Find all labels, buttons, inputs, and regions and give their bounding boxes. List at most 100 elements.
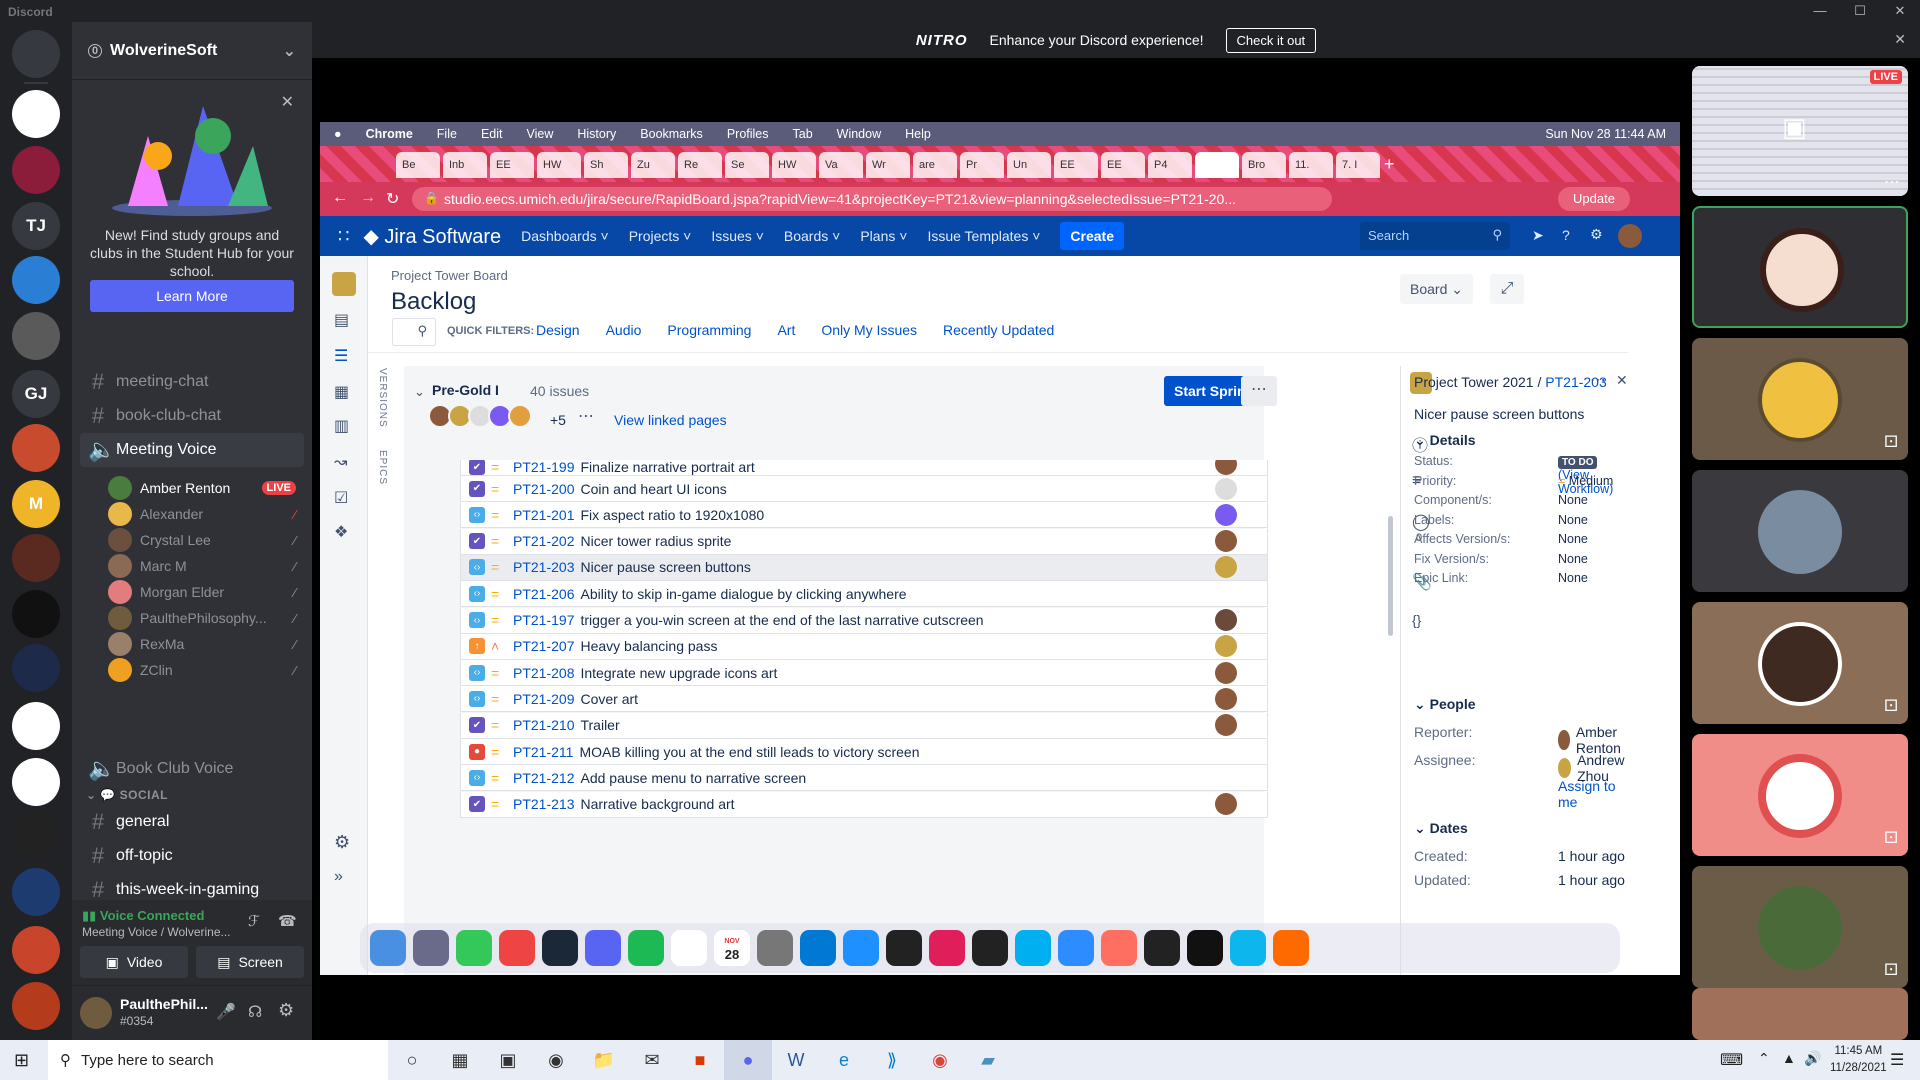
windows-start-icon[interactable]: ⊞ bbox=[14, 1050, 29, 1071]
field-value[interactable]: None bbox=[1558, 513, 1588, 527]
versions-tab[interactable]: VERSIONS bbox=[374, 368, 388, 428]
issue-key[interactable]: PT21-206 bbox=[513, 586, 574, 602]
channel-meeting-voice[interactable]: 🔈 Meeting Voice bbox=[80, 433, 304, 467]
server-icon[interactable] bbox=[12, 256, 60, 304]
issue-key[interactable]: PT21-197 bbox=[513, 612, 574, 628]
code-icon[interactable]: {} bbox=[1412, 612, 1421, 628]
participant-tile[interactable]: ⚀ bbox=[1692, 866, 1908, 988]
close-banner-icon[interactable]: ✕ bbox=[1894, 31, 1906, 48]
channel-off-topic[interactable]: # off-topic bbox=[80, 839, 304, 873]
issue-key[interactable]: PT21-212 bbox=[513, 770, 574, 786]
avatar[interactable] bbox=[508, 404, 532, 428]
chrome-tab[interactable]: Be bbox=[396, 152, 440, 178]
issue-row[interactable]: ‹› = PT21-206 Ability to skip in-game dialo… bbox=[460, 581, 1268, 608]
voice-channel-name[interactable]: Meeting Voice / Wolverine... bbox=[82, 925, 231, 939]
releases-icon[interactable]: ▥ bbox=[334, 416, 349, 436]
chrome-tab[interactable]: HW bbox=[772, 152, 816, 178]
chrome-tab[interactable]: 7. I bbox=[1336, 152, 1380, 178]
server-icon[interactable] bbox=[12, 146, 60, 194]
mac-menu-item[interactable]: Chrome bbox=[366, 127, 413, 141]
video-button[interactable]: ▣ Video bbox=[80, 946, 188, 978]
chrome-tab[interactable]: are bbox=[913, 152, 957, 178]
issue-key[interactable]: PT21-202 bbox=[513, 533, 574, 549]
chevron-down-icon[interactable]: ⌄ bbox=[283, 41, 296, 61]
dock-app-icon[interactable] bbox=[886, 930, 922, 966]
assignee-avatar[interactable] bbox=[1215, 460, 1237, 475]
shared-screen[interactable]: ● Chrome File Edit View History Bookmarks Profi… bbox=[320, 122, 1680, 975]
channel-book-club-voice[interactable]: 🔈 Book Club Voice bbox=[80, 752, 304, 786]
discord-home-icon[interactable] bbox=[12, 30, 60, 78]
notifications-icon[interactable]: ➤ bbox=[1532, 227, 1544, 244]
issue-row[interactable]: ✔ = PT21-213 Narrative background art bbox=[460, 791, 1268, 818]
channel-meeting-chat[interactable]: # meeting-chat bbox=[80, 365, 304, 399]
learn-more-button[interactable]: Learn More bbox=[90, 280, 294, 312]
participant-tile[interactable]: ⚀ bbox=[1692, 734, 1908, 856]
back-icon[interactable]: ← bbox=[332, 189, 348, 207]
dock-app-icon[interactable] bbox=[1187, 930, 1223, 966]
chrome-tab[interactable]: Va bbox=[819, 152, 863, 178]
headphones-icon[interactable]: ☊ bbox=[248, 1002, 262, 1022]
server-icon[interactable] bbox=[12, 812, 60, 860]
channel-book-club-chat[interactable]: # book-club-chat bbox=[80, 399, 304, 433]
dock-app-icon[interactable] bbox=[843, 930, 879, 966]
details-section-title[interactable]: ⌄ Details bbox=[1414, 432, 1476, 449]
mail-icon[interactable]: ✉ bbox=[628, 1040, 676, 1080]
search-input[interactable]: ⚲ bbox=[392, 318, 436, 346]
issue-key[interactable]: PT21-201 bbox=[513, 507, 574, 523]
chrome-tab[interactable]: EE bbox=[1054, 152, 1098, 178]
assignee-avatar[interactable] bbox=[1215, 661, 1237, 684]
detail-more-icon[interactable]: ⋯ bbox=[1590, 370, 1606, 390]
fullscreen-icon[interactable]: ⤢ bbox=[1490, 274, 1524, 304]
participant-tile-stream[interactable]: LIVE ▣ ⋯ bbox=[1692, 66, 1908, 196]
notifications-icon[interactable]: ☰ bbox=[1890, 1050, 1904, 1070]
assignee-avatar[interactable] bbox=[1215, 609, 1237, 631]
issue-summary[interactable]: Nicer pause screen buttons bbox=[1414, 406, 1584, 422]
more-icon[interactable]: ⋯ bbox=[1884, 172, 1900, 192]
dock-app-icon[interactable] bbox=[1015, 930, 1051, 966]
reports-icon[interactable]: ↝ bbox=[334, 452, 347, 472]
taskbar-clock[interactable]: 11:45 AM 11/28/2021 bbox=[1830, 1043, 1887, 1077]
office-icon[interactable]: ■ bbox=[676, 1040, 724, 1080]
vscode-icon[interactable]: ⟫ bbox=[868, 1040, 916, 1080]
url-bar[interactable]: studio.eecs.umich.edu/jira/secure/RapidB… bbox=[412, 187, 1332, 211]
issue-key[interactable]: PT21-210 bbox=[513, 717, 574, 733]
disconnect-icon[interactable]: ☎ bbox=[278, 912, 297, 930]
server-icon[interactable] bbox=[12, 312, 60, 360]
file-explorer-icon[interactable]: 📁 bbox=[580, 1040, 628, 1080]
jira-logo[interactable]: ◆ Jira Software bbox=[363, 224, 501, 249]
reload-icon[interactable]: ↻ bbox=[386, 189, 399, 209]
board-dropdown[interactable]: Board ⌄ bbox=[1400, 274, 1473, 304]
roadmap-icon[interactable]: ▤ bbox=[334, 310, 349, 330]
chrome-tab[interactable]: Zu bbox=[631, 152, 675, 178]
expand-sidebar-icon[interactable]: » bbox=[334, 868, 343, 886]
quick-filter[interactable]: Only My Issues bbox=[821, 322, 917, 338]
chrome-tab[interactable]: EE bbox=[1101, 152, 1145, 178]
breadcrumb[interactable]: Project Tower Board bbox=[391, 268, 508, 283]
help-icon[interactable]: ? bbox=[1562, 227, 1570, 243]
dock-app-icon[interactable] bbox=[757, 930, 793, 966]
volume-icon[interactable]: 🔊 bbox=[1804, 1050, 1821, 1067]
assignee-avatar[interactable] bbox=[1215, 556, 1237, 579]
issue-row[interactable]: ‹› = PT21-209 Cover art bbox=[460, 686, 1268, 713]
chrome-tab[interactable]: 11. bbox=[1289, 152, 1333, 178]
issue-row[interactable]: ● = PT21-211 MOAB killing you at the end st… bbox=[460, 739, 1268, 765]
server-icon[interactable]: GJ bbox=[12, 370, 60, 418]
field-value[interactable]: None bbox=[1558, 493, 1588, 507]
chrome-tab[interactable]: Re bbox=[678, 152, 722, 178]
apple-icon[interactable]: ● bbox=[334, 127, 342, 141]
chrome-tab[interactable]: EE bbox=[490, 152, 534, 178]
issue-row[interactable]: ✔ = PT21-199 Finalize narrative portrait ar… bbox=[460, 460, 1268, 476]
noise-suppression-icon[interactable]: ℱ bbox=[248, 912, 260, 930]
dock-app-icon[interactable] bbox=[542, 930, 578, 966]
server-icon[interactable] bbox=[12, 534, 60, 582]
quick-filter[interactable]: Programming bbox=[667, 322, 751, 338]
chrome-tab[interactable]: Wr bbox=[866, 152, 910, 178]
board-icon[interactable]: ▦ bbox=[334, 382, 349, 402]
dock-app-icon[interactable] bbox=[671, 930, 707, 966]
calendar-icon[interactable]: NOV 28 bbox=[714, 930, 750, 966]
chrome-tab[interactable]: P4 bbox=[1148, 152, 1192, 178]
gear-icon[interactable]: ⚙ bbox=[334, 832, 350, 853]
server-icon[interactable] bbox=[12, 644, 60, 692]
server-icon[interactable] bbox=[12, 90, 60, 138]
issue-row[interactable]: ‹› = PT21-197 trigger a you-win screen at t… bbox=[460, 607, 1268, 634]
